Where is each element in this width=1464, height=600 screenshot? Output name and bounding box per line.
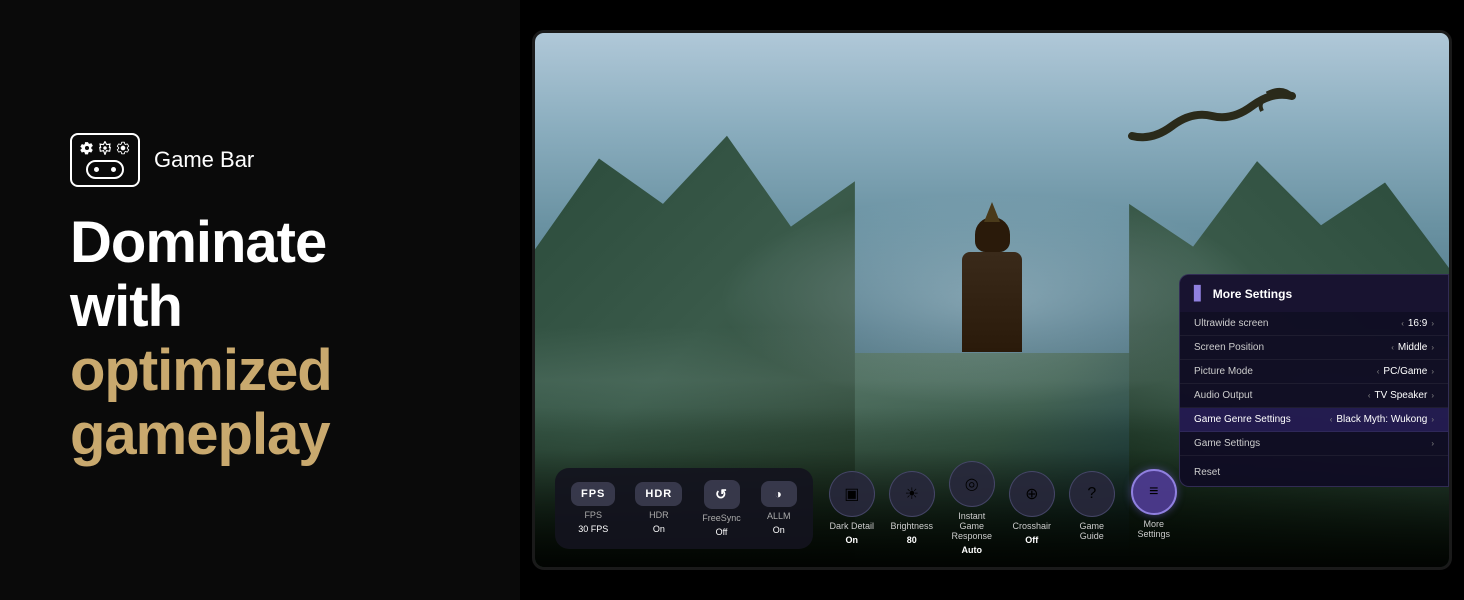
instant-game-response-value: Auto	[962, 545, 983, 555]
controller-icon	[86, 160, 124, 179]
gear2-icon	[98, 141, 112, 155]
more-settings-panel: ▋ More Settings Ultrawide screen ‹ 16:9 …	[1179, 274, 1449, 487]
settings-row-game-genre[interactable]: Game Genre Settings ‹ Black Myth: Wukong…	[1180, 408, 1448, 432]
gear-icon	[80, 141, 94, 155]
headline-line2: optimized	[70, 339, 450, 403]
headline-line3: gameplay	[70, 403, 450, 467]
stat-allm: ◑ ALLM On	[761, 481, 797, 535]
fps-label: FPS	[584, 510, 602, 520]
control-crosshair[interactable]: ⊕ Crosshair Off	[1009, 471, 1055, 545]
crosshair-icon: ⊕	[1009, 471, 1055, 517]
character-head	[975, 217, 1010, 252]
feature-label-group: Game Bar	[70, 133, 450, 187]
headline: Dominate with optimized gameplay	[70, 211, 450, 466]
settings-row-picture-mode[interactable]: Picture Mode ‹ PC/Game ›	[1180, 360, 1448, 384]
settings-panel-title: More Settings	[1213, 287, 1292, 301]
right-panel: FPS FPS 30 FPS HDR HDR On ↺ FreeSync Off	[520, 0, 1464, 600]
brightness-icon: ☀	[889, 471, 935, 517]
game-guide-label: Game Guide	[1069, 521, 1115, 541]
dragon-svg	[1112, 86, 1312, 186]
brightness-label: Brightness	[891, 521, 934, 531]
stat-hdr: HDR HDR On	[635, 482, 682, 534]
fps-value: 30 FPS	[578, 524, 608, 534]
gear3-icon	[116, 141, 130, 155]
more-settings-label: More Settings	[1131, 519, 1177, 539]
instant-game-response-label: Instant Game Response	[949, 511, 995, 541]
more-settings-button[interactable]: ≡ More Settings	[1131, 469, 1177, 539]
allm-badge: ◑	[761, 481, 797, 507]
settings-panel-header: ▋ More Settings	[1180, 275, 1448, 312]
picture-mode-label: Picture Mode	[1194, 366, 1253, 377]
audio-output-value: ‹ TV Speaker ›	[1368, 390, 1434, 401]
settings-row-reset[interactable]: Reset	[1180, 456, 1448, 486]
crosshair-label: Crosshair	[1013, 521, 1052, 531]
hdr-value: On	[653, 524, 665, 534]
gamebar-stats-panel: FPS FPS 30 FPS HDR HDR On ↺ FreeSync Off	[555, 468, 813, 549]
settings-row-screen-position[interactable]: Screen Position ‹ Middle ›	[1180, 336, 1448, 360]
fps-badge: FPS	[571, 482, 615, 506]
stat-freesync: ↺ FreeSync Off	[702, 480, 741, 537]
game-settings-label: Game Settings	[1194, 438, 1260, 449]
control-instant-game-response[interactable]: ◎ Instant Game Response Auto	[949, 461, 995, 555]
control-dark-detail[interactable]: ▣ Dark Detail On	[829, 471, 875, 545]
more-settings-icon: ≡	[1131, 469, 1177, 515]
allm-label: ALLM	[767, 511, 791, 521]
left-panel: Game Bar Dominate with optimized gamepla…	[0, 0, 520, 600]
freesync-label: FreeSync	[702, 513, 741, 523]
allm-value: On	[773, 525, 785, 535]
dark-detail-icon: ▣	[829, 471, 875, 517]
game-bar-icon	[70, 133, 140, 187]
dark-detail-label: Dark Detail	[830, 521, 875, 531]
settings-row-game-settings[interactable]: Game Settings ›	[1180, 432, 1448, 456]
settings-row-audio-output[interactable]: Audio Output ‹ TV Speaker ›	[1180, 384, 1448, 408]
audio-output-label: Audio Output	[1194, 390, 1252, 401]
crosshair-value: Off	[1025, 535, 1038, 545]
game-genre-value: ‹ Black Myth: Wukong ›	[1330, 414, 1434, 425]
game-genre-label: Game Genre Settings	[1194, 414, 1291, 425]
game-settings-value: ›	[1431, 439, 1434, 448]
picture-mode-value: ‹ PC/Game ›	[1377, 366, 1434, 377]
freesync-badge: ↺	[704, 480, 740, 509]
headline-line1: Dominate with	[70, 211, 450, 339]
hdr-label: HDR	[649, 510, 669, 520]
control-game-guide[interactable]: ? Game Guide	[1069, 471, 1115, 545]
gamebar-controls: ▣ Dark Detail On ☀ Brightness 80 ◎ Insta…	[829, 461, 1115, 555]
settings-row-ultrawide[interactable]: Ultrawide screen ‹ 16:9 ›	[1180, 312, 1448, 336]
stat-fps: FPS FPS 30 FPS	[571, 482, 615, 534]
feature-name: Game Bar	[154, 147, 254, 173]
ultrawide-label: Ultrawide screen	[1194, 318, 1268, 329]
control-brightness[interactable]: ☀ Brightness 80	[889, 471, 935, 545]
instant-game-response-icon: ◎	[949, 461, 995, 507]
hdr-badge: HDR	[635, 482, 682, 506]
brightness-value: 80	[907, 535, 917, 545]
ultrawide-value: ‹ 16:9 ›	[1401, 318, 1434, 329]
game-guide-icon: ?	[1069, 471, 1115, 517]
game-screenshot: FPS FPS 30 FPS HDR HDR On ↺ FreeSync Off	[535, 33, 1449, 567]
character-figure	[932, 217, 1052, 417]
monitor-frame: FPS FPS 30 FPS HDR HDR On ↺ FreeSync Off	[532, 30, 1452, 570]
character-body	[962, 252, 1022, 352]
reset-label: Reset	[1194, 467, 1220, 478]
screen-position-label: Screen Position	[1194, 342, 1264, 353]
freesync-value: Off	[716, 527, 728, 537]
dark-detail-value: On	[846, 535, 859, 545]
screen-position-value: ‹ Middle ›	[1391, 342, 1434, 353]
